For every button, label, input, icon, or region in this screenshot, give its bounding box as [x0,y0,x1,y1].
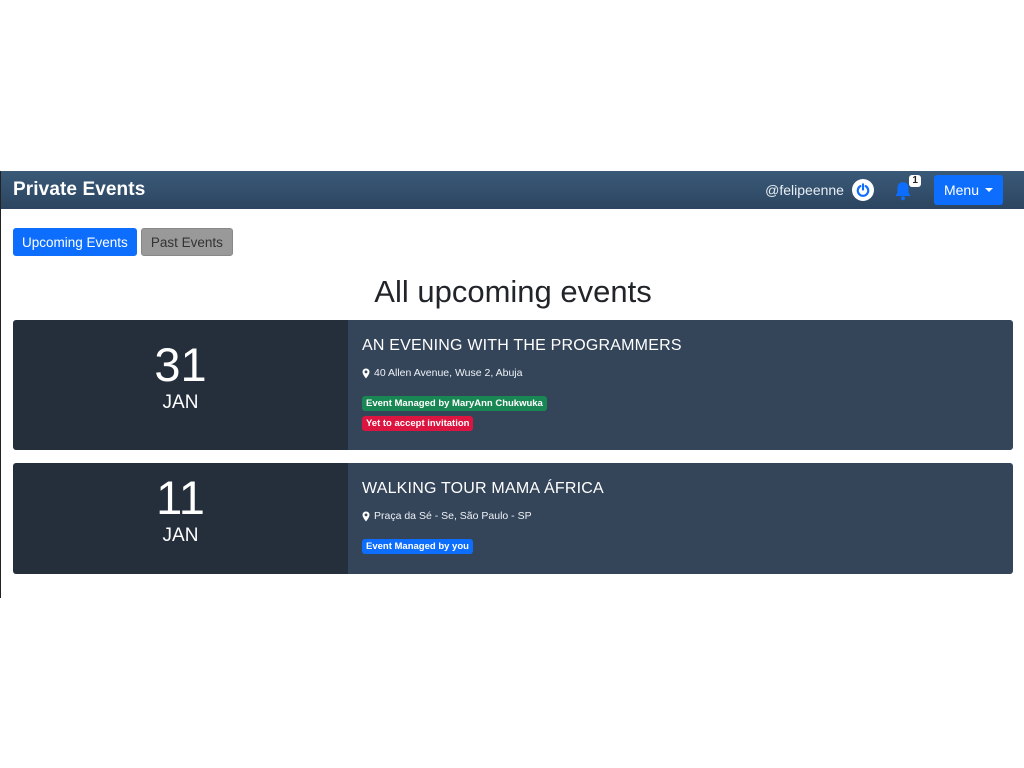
menu-dropdown-button[interactable]: Menu [933,175,1003,205]
event-date-block: 31 JAN [13,320,348,450]
event-info: AN EVENING WITH THE PROGRAMMERS 40 Allen… [348,320,1013,450]
tab-past-events[interactable]: Past Events [140,228,233,256]
username-link[interactable]: @felipeenne [765,182,844,198]
event-card[interactable]: 11 JAN WALKING TOUR MAMA ÁFRICA Praça da… [13,463,1013,574]
logout-button[interactable] [851,179,874,201]
navbar: Private Events @felipeenne 1 Menu [1,171,1024,209]
event-location-text: 40 Allen Avenue, Wuse 2, Abuja [374,367,523,379]
tab-upcoming-events[interactable]: Upcoming Events [13,228,137,256]
menu-button-label: Menu [943,182,979,198]
event-title[interactable]: WALKING TOUR MAMA ÁFRICA [362,480,999,498]
manager-badge: Event Managed by you [362,539,473,554]
event-badges: Event Managed by MaryAnn Chukwuka Yet to… [362,396,999,431]
page-title: All upcoming events [374,274,652,309]
event-day: 31 [154,338,207,391]
event-tabs: Upcoming Events Past Events [13,228,233,256]
power-icon [856,183,870,197]
invitation-status-badge: Yet to accept invitation [362,416,474,431]
event-badges: Event Managed by you [362,539,999,554]
event-location: Praça da Sé - Se, São Paulo - SP [362,510,999,522]
event-title[interactable]: AN EVENING WITH THE PROGRAMMERS [362,337,999,355]
event-info: WALKING TOUR MAMA ÁFRICA Praça da Sé - S… [348,463,1013,574]
event-date-block: 11 JAN [13,463,348,574]
event-location-text: Praça da Sé - Se, São Paulo - SP [374,510,532,522]
navbar-right: @felipeenne 1 Menu [765,171,1013,209]
notifications-button[interactable]: 1 [894,175,921,203]
event-month: JAN [162,392,199,413]
app-frame: Private Events @felipeenne 1 Menu Upcomi… [0,171,1024,598]
manager-badge: Event Managed by MaryAnn Chukwuka [362,396,547,411]
event-location: 40 Allen Avenue, Wuse 2, Abuja [362,367,999,379]
event-day: 11 [156,471,205,524]
event-card[interactable]: 31 JAN AN EVENING WITH THE PROGRAMMERS 4… [13,320,1013,450]
map-marker-icon [362,511,370,521]
brand-title[interactable]: Private Events [13,179,145,201]
caret-down-icon [985,188,993,192]
notification-count-badge: 1 [909,175,921,187]
event-month: JAN [162,525,199,546]
map-marker-icon [362,368,370,378]
